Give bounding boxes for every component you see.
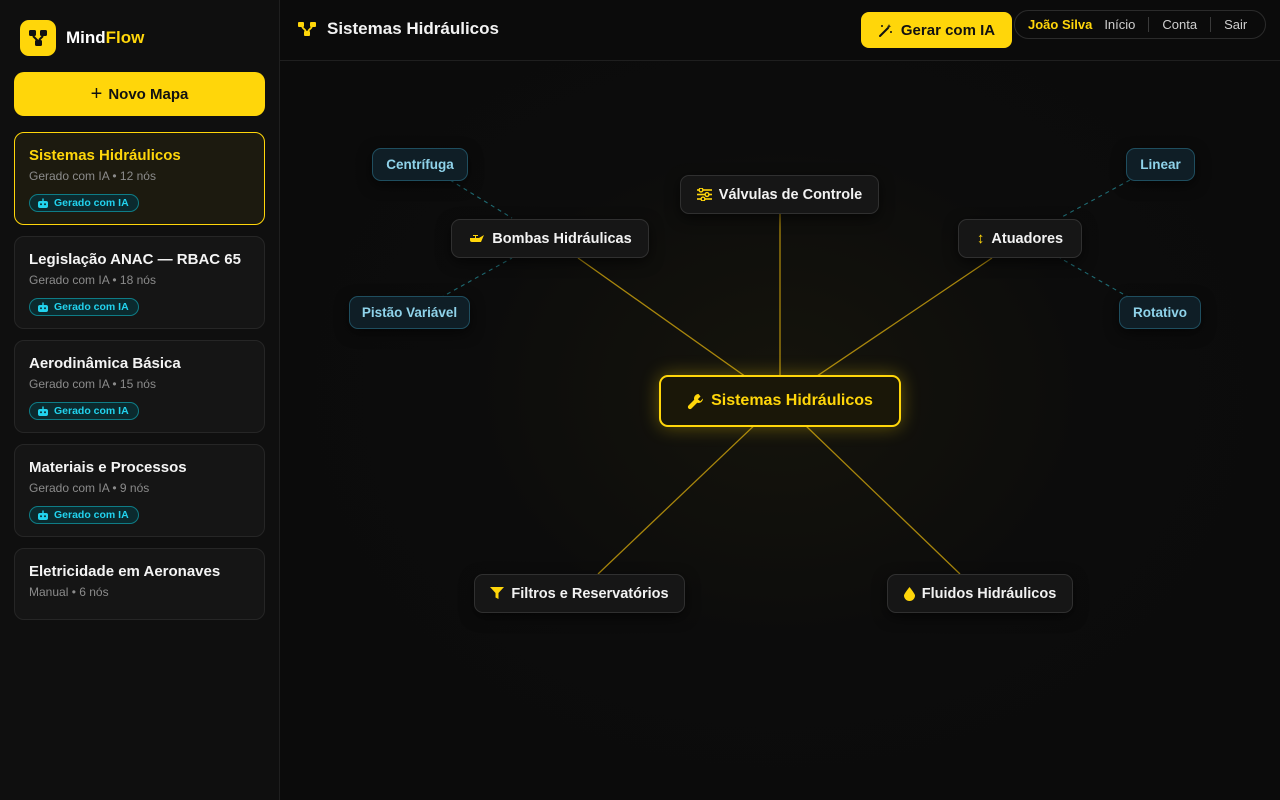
leaf-node-label: Centrífuga bbox=[386, 157, 454, 172]
generate-ai-label: Gerar com IA bbox=[900, 21, 996, 39]
page-title: Sistemas Hidráulicos bbox=[298, 19, 499, 39]
branch-node-filtros[interactable]: Filtros e Reservatórios bbox=[474, 574, 685, 613]
map-card[interactable]: Legislação ANAC — RBAC 65 Gerado com IA … bbox=[14, 236, 265, 329]
ai-generated-badge: Gerado com IA bbox=[29, 402, 139, 420]
mindmap-canvas[interactable]: Sistemas Hidráulicos Válvulas de Control… bbox=[280, 61, 1280, 800]
page-title-text: Sistemas Hidráulicos bbox=[327, 19, 499, 38]
edge-pistao bbox=[439, 257, 513, 299]
brand[interactable]: MindFlow bbox=[20, 20, 144, 56]
droplet-icon bbox=[903, 586, 915, 601]
edge-centrifuga bbox=[449, 179, 513, 219]
filter-icon bbox=[490, 587, 505, 599]
branch-node-label: Atuadores bbox=[991, 230, 1064, 247]
leaf-node-label: Pistão Variável bbox=[361, 305, 458, 320]
edge-linear bbox=[1059, 179, 1131, 219]
brand-name: MindFlow bbox=[66, 28, 145, 47]
user-name[interactable]: João Silva bbox=[1028, 17, 1092, 32]
map-meta: Gerado com IA • 12 nós bbox=[29, 169, 156, 183]
new-map-button[interactable]: + Novo Mapa bbox=[14, 72, 265, 116]
nav-link-logout[interactable]: Sair bbox=[1224, 17, 1247, 32]
map-title: Aerodinâmica Básica bbox=[29, 355, 181, 372]
map-meta: Manual • 6 nós bbox=[29, 585, 109, 599]
user-nav: João Silva Início Conta Sair bbox=[1014, 10, 1266, 39]
sidebar: MindFlow + Novo Mapa Sistemas Hidráulico… bbox=[0, 0, 280, 800]
map-title: Materiais e Processos bbox=[29, 459, 187, 476]
branch-node-label: Fluidos Hidráulicos bbox=[921, 585, 1057, 602]
leaf-node-centrifuga[interactable]: Centrífuga bbox=[372, 148, 468, 181]
map-meta: Gerado com IA • 15 nós bbox=[29, 377, 156, 391]
ai-generated-badge: Gerado com IA bbox=[29, 506, 139, 524]
badge-label: Gerado com IA bbox=[54, 509, 129, 521]
mindflow-logo-icon bbox=[20, 20, 56, 56]
badge-label: Gerado com IA bbox=[54, 405, 129, 417]
nav-divider bbox=[1210, 17, 1212, 32]
map-meta: Gerado com IA • 18 nós bbox=[29, 273, 156, 287]
edge-rotativo bbox=[1059, 257, 1131, 299]
map-card[interactable]: Eletricidade em Aeronaves Manual • 6 nós bbox=[14, 548, 265, 620]
branch-node-valvulas[interactable]: Válvulas de Controle bbox=[680, 175, 879, 214]
center-node-label: Sistemas Hidráulicos bbox=[711, 392, 873, 409]
leaf-node-label: Rotativo bbox=[1133, 305, 1187, 320]
oil-can-icon bbox=[470, 234, 485, 242]
ai-generated-badge: Gerado com IA bbox=[29, 298, 139, 316]
nav-link-account[interactable]: Conta bbox=[1162, 17, 1197, 32]
magic-wand-icon bbox=[878, 23, 892, 37]
robot-icon bbox=[38, 510, 48, 520]
map-title: Eletricidade em Aeronaves bbox=[29, 563, 221, 580]
branch-node-label: Bombas Hidráulicas bbox=[492, 230, 632, 247]
generate-ai-button[interactable]: Gerar com IA bbox=[861, 12, 1012, 48]
map-title: Sistemas Hidráulicos bbox=[29, 147, 181, 164]
mindmap-icon bbox=[298, 22, 316, 36]
branch-node-bombas[interactable]: Bombas Hidráulicas bbox=[451, 219, 649, 258]
map-list: Sistemas Hidráulicos Gerado com IA • 12 … bbox=[14, 132, 265, 631]
branch-node-fluidos[interactable]: Fluidos Hidráulicos bbox=[887, 574, 1073, 613]
badge-label: Gerado com IA bbox=[54, 197, 129, 209]
map-title: Legislação ANAC — RBAC 65 bbox=[29, 251, 241, 268]
nav-link-home[interactable]: Início bbox=[1104, 17, 1135, 32]
leaf-node-rotativo[interactable]: Rotativo bbox=[1119, 296, 1201, 329]
leaf-node-linear[interactable]: Linear bbox=[1126, 148, 1195, 181]
branch-node-label: Válvulas de Controle bbox=[718, 186, 863, 203]
arrows-vertical-icon: ↕ bbox=[976, 230, 985, 247]
ai-generated-badge: Gerado com IA bbox=[29, 194, 139, 212]
map-card[interactable]: Aerodinâmica Básica Gerado com IA • 15 n… bbox=[14, 340, 265, 433]
map-card[interactable]: Materiais e Processos Gerado com IA • 9 … bbox=[14, 444, 265, 537]
header: Sistemas Hidráulicos Gerar com IA João S… bbox=[280, 0, 1280, 61]
leaf-node-label: Linear bbox=[1140, 157, 1181, 172]
robot-icon bbox=[38, 198, 48, 208]
center-node[interactable]: Sistemas Hidráulicos bbox=[659, 375, 901, 427]
robot-icon bbox=[38, 406, 48, 416]
branch-node-atuadores[interactable]: ↕ Atuadores bbox=[958, 219, 1082, 258]
leaf-node-pistao[interactable]: Pistão Variável bbox=[349, 296, 470, 329]
map-meta: Gerado com IA • 9 nós bbox=[29, 481, 150, 495]
nav-divider bbox=[1148, 17, 1150, 32]
branch-node-label: Filtros e Reservatórios bbox=[511, 585, 669, 602]
wrench-icon bbox=[687, 393, 704, 409]
robot-icon bbox=[38, 302, 48, 312]
badge-label: Gerado com IA bbox=[54, 301, 129, 313]
sliders-icon bbox=[696, 188, 712, 201]
new-map-label: Novo Mapa bbox=[108, 85, 189, 103]
plus-icon: + bbox=[90, 83, 103, 105]
map-card[interactable]: Sistemas Hidráulicos Gerado com IA • 12 … bbox=[14, 132, 265, 225]
